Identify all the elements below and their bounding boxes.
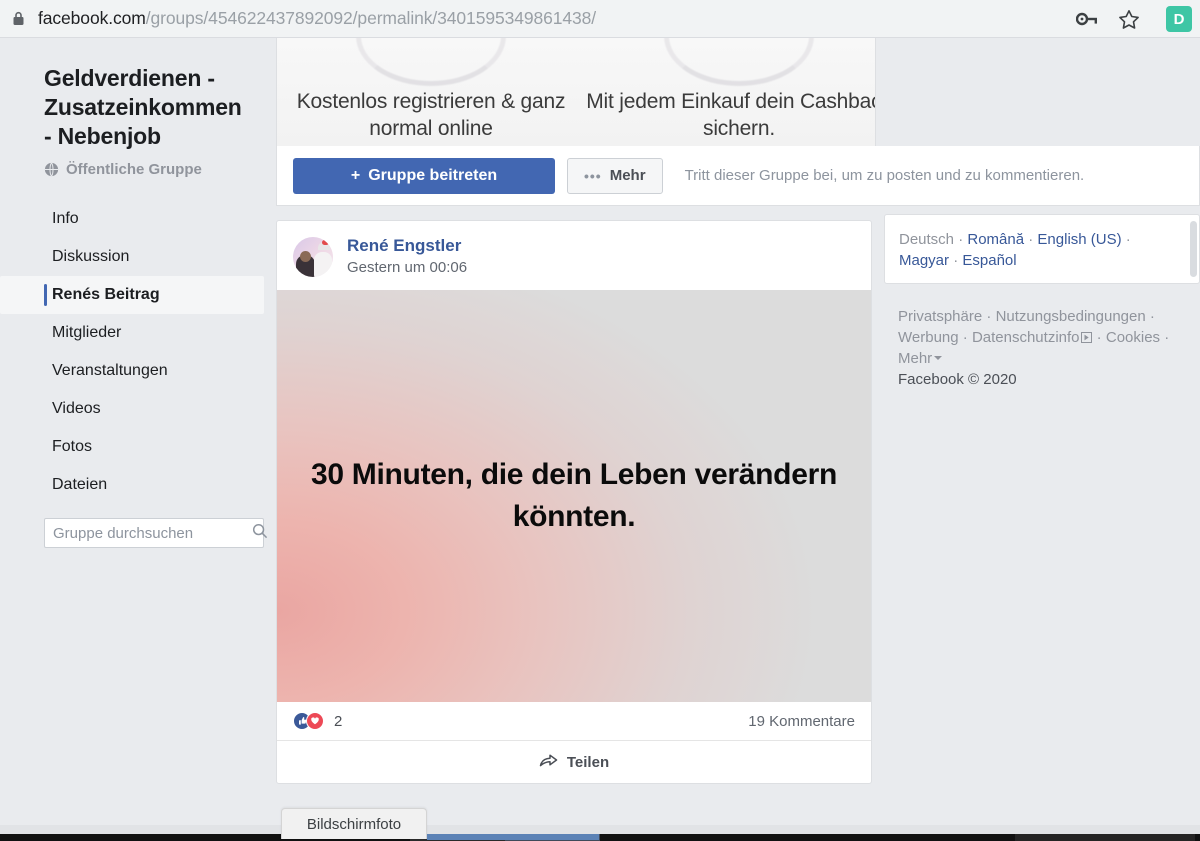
cover-column: Kostenlos registrieren & ganz normal onl… <box>277 38 585 146</box>
post-stats: 2 19 Kommentare <box>277 702 871 741</box>
post-author[interactable]: René Engstler <box>347 235 467 257</box>
star-icon[interactable] <box>1116 6 1142 32</box>
language-link-romana[interactable]: Română <box>967 231 1024 248</box>
group-nav: Info Diskussion Renés Beitrag Mitglieder… <box>0 200 276 504</box>
language-link-magyar[interactable]: Magyar <box>899 252 949 269</box>
sidebar-item-label: Renés Beitrag <box>52 286 160 303</box>
page-title: Geldverdienen - Zusatzeinkommen - Nebenj… <box>44 65 242 149</box>
footer-link-datenschutzinfo[interactable]: Datenschutzinfo <box>972 329 1080 346</box>
taskbar-highlight <box>427 834 599 840</box>
sidebar-item-label: Videos <box>52 400 101 417</box>
comments-count[interactable]: 19 Kommentare <box>748 713 855 730</box>
omnibox-actions: D <box>1074 0 1192 38</box>
sidebar-item-label: Info <box>52 210 79 227</box>
footer-link-werbung[interactable]: Werbung <box>898 329 959 346</box>
group-action-bar: + Gruppe beitreten ••• Mehr Tritt dieser… <box>276 146 1200 206</box>
os-taskbar <box>0 825 1200 841</box>
right-rail: Deutsch · Română · English (US) · Magyar… <box>884 214 1200 390</box>
post-image-headline: 30 Minuten, die dein Leben verändern kön… <box>311 458 837 533</box>
sidebar-item-videos[interactable]: Videos <box>0 390 264 428</box>
group-cover-image: Kostenlos registrieren & ganz normal onl… <box>276 38 876 146</box>
group-search[interactable] <box>44 518 268 548</box>
share-button[interactable]: Teilen <box>539 753 609 772</box>
post-timestamp[interactable]: Gestern um 00:06 <box>347 258 467 278</box>
join-group-button[interactable]: + Gruppe beitreten <box>293 157 555 194</box>
sidebar-item-fotos[interactable]: Fotos <box>0 428 264 466</box>
sidebar-item-mitglieder[interactable]: Mitglieder <box>0 314 264 352</box>
share-arrow-icon <box>539 753 558 772</box>
share-label: Teilen <box>566 753 610 771</box>
footer-link-privatsphaere[interactable]: Privatsphäre <box>898 308 982 325</box>
main-column: Kostenlos registrieren & ganz normal onl… <box>276 38 1200 825</box>
more-label: Mehr <box>609 167 646 184</box>
circle-arc-icon <box>356 38 506 86</box>
search-input[interactable] <box>53 524 252 542</box>
sidebar-item-label: Veranstaltungen <box>52 362 168 379</box>
cover-text: Kostenlos registrieren & ganz normal onl… <box>296 90 566 140</box>
chevron-down-icon <box>934 356 943 360</box>
language-link-espanol[interactable]: Español <box>962 252 1016 269</box>
sidebar-item-dateien[interactable]: Dateien <box>0 466 264 504</box>
ellipsis-icon: ••• <box>584 167 602 184</box>
search-icon <box>252 523 268 544</box>
sidebar-item-renes-beitrag[interactable]: Renés Beitrag <box>0 276 264 314</box>
circle-arc-icon <box>664 38 814 86</box>
reaction-icons <box>293 712 324 730</box>
post-actions[interactable]: Teilen <box>277 741 871 783</box>
language-link-english[interactable]: English (US) <box>1037 231 1121 248</box>
group-sidebar: Geldverdienen - Zusatzeinkommen - Nebenj… <box>0 38 276 825</box>
group-privacy-label: Öffentliche Gruppe <box>66 161 202 178</box>
sidebar-item-label: Dateien <box>52 476 108 493</box>
post-image[interactable]: 30 Minuten, die dein Leben verändern kön… <box>277 290 871 702</box>
cover-inner: Kostenlos registrieren & ganz normal onl… <box>277 38 876 146</box>
footer-link-cookies[interactable]: Cookies <box>1106 329 1160 346</box>
post-card: René Engstler Gestern um 00:06 30 Minute… <box>276 220 872 784</box>
sidebar-item-label: Diskussion <box>52 248 130 265</box>
footer-links: Privatsphäre · Nutzungsbedingungen · Wer… <box>898 308 1170 388</box>
copyright: Facebook © 2020 <box>898 371 1017 388</box>
plus-icon: + <box>350 166 361 184</box>
reactions-summary[interactable]: 2 <box>293 712 342 730</box>
language-links: Deutsch · Română · English (US) · Magyar… <box>899 231 1131 269</box>
globe-icon <box>44 162 59 177</box>
group-privacy: Öffentliche Gruppe <box>44 161 276 178</box>
adchoices-icon <box>1080 329 1093 343</box>
join-hint-text: Tritt dieser Gruppe bei, um zu posten un… <box>684 167 1085 184</box>
language-card: Deutsch · Română · English (US) · Magyar… <box>884 214 1200 284</box>
url-text[interactable]: facebook.com/groups/454622437892092/perm… <box>38 8 596 29</box>
sidebar-item-label: Mitglieder <box>52 324 122 341</box>
more-button[interactable]: ••• Mehr <box>567 157 663 194</box>
footer-link-nutzungsbedingungen[interactable]: Nutzungsbedingungen <box>996 308 1146 325</box>
screen: facebook.com/groups/454622437892092/perm… <box>0 0 1200 841</box>
join-group-label: Gruppe beitreten <box>368 166 498 184</box>
url-domain: facebook.com <box>38 8 146 28</box>
cover-text: Mit jedem Einkauf dein Cashback sichern. <box>586 90 876 140</box>
post-header: René Engstler Gestern um 00:06 <box>277 221 871 290</box>
key-icon[interactable] <box>1074 6 1100 32</box>
browser-address-bar: facebook.com/groups/454622437892092/perm… <box>0 0 1200 38</box>
scrollbar[interactable] <box>1190 221 1197 277</box>
sidebar-item-info[interactable]: Info <box>0 200 264 238</box>
sidebar-item-label: Fotos <box>52 438 93 455</box>
cover-column: Mit jedem Einkauf dein Cashback sichern. <box>585 38 876 146</box>
post-author-block: René Engstler Gestern um 00:06 <box>347 235 467 278</box>
page-body: Geldverdienen - Zusatzeinkommen - Nebenj… <box>0 38 1200 825</box>
download-chip[interactable]: Bildschirmfoto <box>281 808 427 839</box>
sidebar-item-diskussion[interactable]: Diskussion <box>0 238 264 276</box>
sidebar-item-veranstaltungen[interactable]: Veranstaltungen <box>0 352 264 390</box>
love-icon <box>306 712 324 730</box>
avatar[interactable] <box>293 236 333 277</box>
url-path: /groups/454622437892092/permalink/340159… <box>145 8 597 28</box>
lock-icon <box>10 11 26 27</box>
footer-link-mehr[interactable]: Mehr <box>898 350 932 367</box>
language-link-deutsch[interactable]: Deutsch <box>899 231 954 248</box>
reaction-count: 2 <box>334 712 343 730</box>
profile-badge[interactable]: D <box>1166 6 1192 32</box>
